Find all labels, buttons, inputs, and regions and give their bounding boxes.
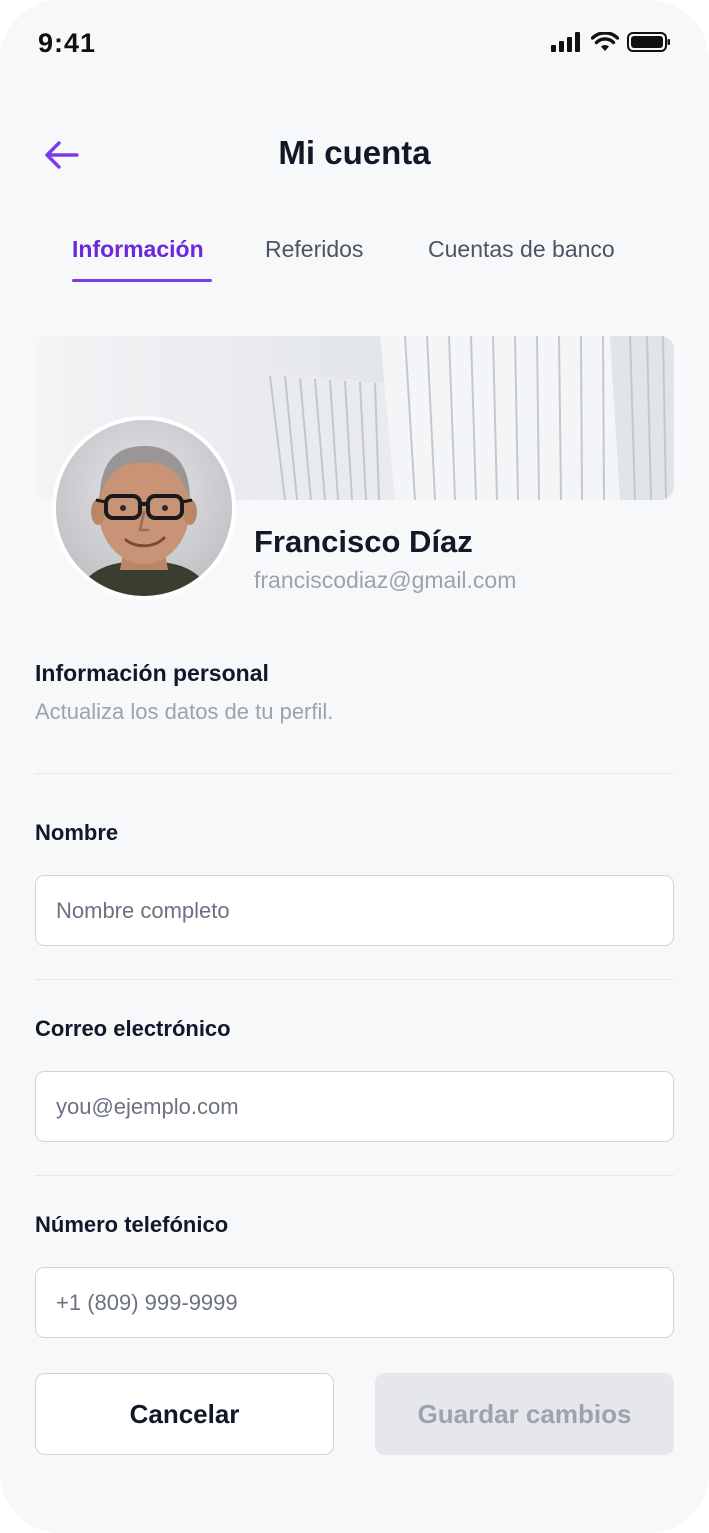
status-time: 9:41 (38, 28, 97, 58)
phone-label: Número telefónico (35, 1212, 229, 1237)
profile-name: Francisco Díaz (254, 524, 473, 559)
save-changes-button[interactable]: Guardar cambios (375, 1373, 674, 1455)
name-input[interactable] (35, 875, 674, 946)
phone-screen: 9:41 Mi cuenta Información Referidos Cue… (0, 0, 709, 1533)
wifi-icon (591, 32, 619, 51)
status-icons (551, 32, 671, 52)
signal-icon (551, 32, 580, 52)
divider (35, 773, 674, 774)
phone-input[interactable] (35, 1267, 674, 1338)
tab-cuentas-de-banco[interactable]: Cuentas de banco (428, 236, 658, 282)
section-subtitle: Actualiza los datos de tu perfil. (35, 699, 334, 724)
email-label: Correo electrónico (35, 1016, 231, 1041)
cancel-button[interactable]: Cancelar (35, 1373, 334, 1455)
divider (35, 1175, 674, 1176)
section-title: Información personal (35, 660, 269, 686)
avatar[interactable] (52, 416, 236, 600)
divider (35, 979, 674, 980)
profile-photo (56, 420, 232, 596)
profile-email: franciscodiaz@gmail.com (254, 567, 517, 593)
tab-referidos[interactable]: Referidos (265, 236, 395, 282)
page-title: Mi cuenta (278, 134, 431, 171)
email-input[interactable] (35, 1071, 674, 1142)
tab-informacion[interactable]: Información (72, 236, 212, 282)
battery-icon (627, 32, 670, 52)
name-label: Nombre (35, 820, 119, 845)
